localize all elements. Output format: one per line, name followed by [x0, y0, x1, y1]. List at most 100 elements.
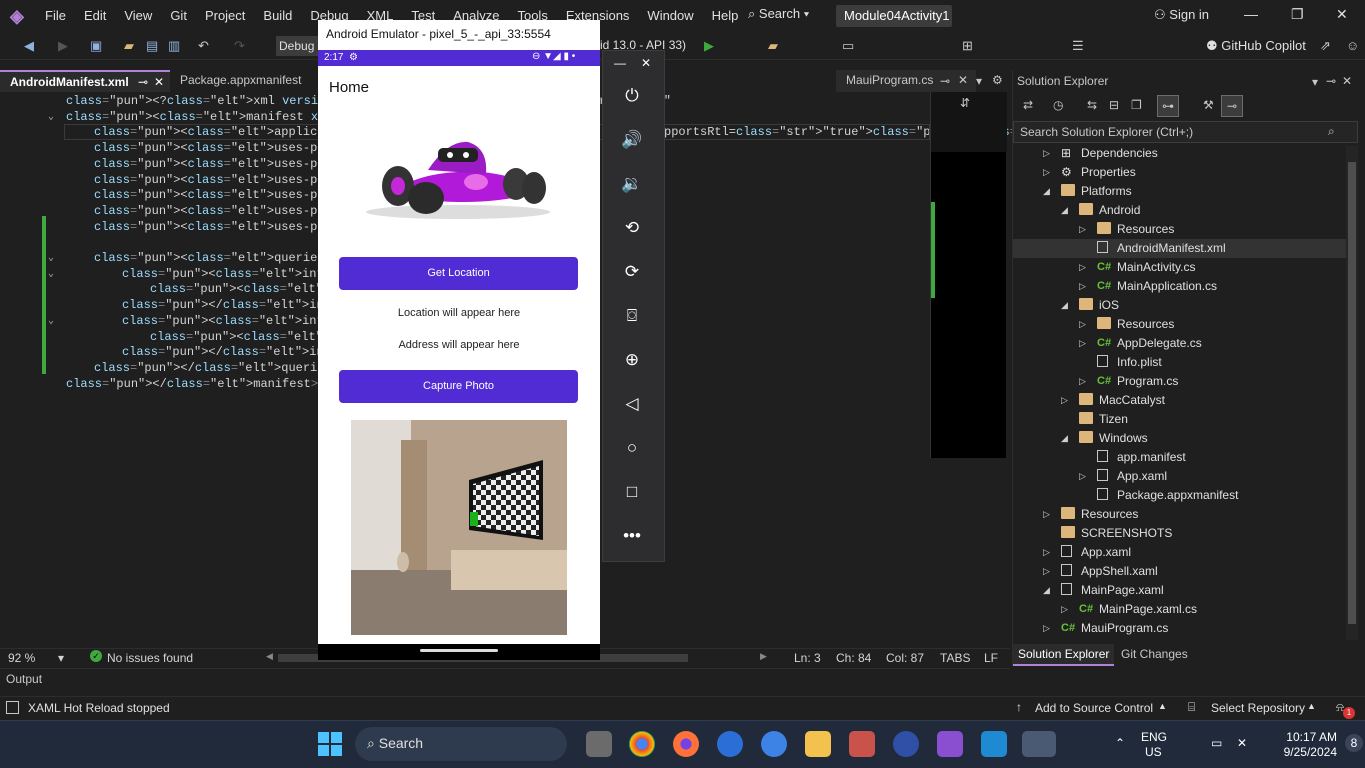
- new-project-icon[interactable]: ▣: [90, 38, 102, 54]
- line-number[interactable]: Ln: 3: [794, 651, 821, 665]
- menu-project[interactable]: Project: [196, 0, 254, 32]
- tree-item[interactable]: AndroidManifest.xml: [1013, 239, 1353, 258]
- notification-badge[interactable]: 8: [1345, 734, 1363, 752]
- start-icon[interactable]: [318, 732, 342, 756]
- emulator-taskbar-icon[interactable]: [1022, 731, 1056, 757]
- fold-toggle-icon[interactable]: ⌄: [48, 111, 54, 123]
- collapsed-arrow-icon[interactable]: ▷: [1079, 277, 1086, 296]
- run-icon[interactable]: ▶: [704, 38, 714, 54]
- minimize-emulator-button[interactable]: —: [614, 56, 626, 70]
- file-explorer-icon[interactable]: [805, 731, 831, 757]
- language[interactable]: ENG: [1141, 730, 1167, 744]
- collapsed-arrow-icon[interactable]: ▷: [1079, 315, 1086, 334]
- chevron-down-icon[interactable]: ▾: [976, 74, 982, 88]
- expanded-arrow-icon[interactable]: ◢: [1043, 182, 1050, 201]
- volume-down-icon[interactable]: 🔉: [620, 172, 644, 196]
- gear-icon[interactable]: ⚙: [992, 73, 1003, 87]
- collapsed-arrow-icon[interactable]: ▷: [1061, 391, 1068, 410]
- code-line[interactable]: class="pun"></class="elt">queries>: [94, 360, 339, 376]
- history-icon[interactable]: ◷: [1053, 98, 1063, 112]
- collapsed-arrow-icon[interactable]: ▷: [1043, 505, 1050, 524]
- save-icon[interactable]: ▤: [146, 38, 158, 54]
- tab-package-appxmanifest[interactable]: Package.appxmanifest: [170, 70, 310, 92]
- tree-item[interactable]: ▷ ⊞ Dependencies: [1013, 144, 1353, 163]
- tree-item[interactable]: ◢ MainPage.xaml: [1013, 581, 1353, 600]
- tree-item[interactable]: SCREENSHOTS: [1013, 524, 1353, 543]
- close-icon[interactable]: ✕: [154, 75, 164, 89]
- vscode-icon[interactable]: [981, 731, 1007, 757]
- search-icon[interactable]: ⌕: [1328, 124, 1335, 139]
- github-copilot-button[interactable]: ⚉ GitHub Copilot: [1206, 38, 1306, 54]
- search-menu[interactable]: ⌕ Search ▾: [748, 6, 809, 22]
- vpn-icon[interactable]: [893, 731, 919, 757]
- collapsed-arrow-icon[interactable]: ▷: [1061, 600, 1068, 619]
- collapsed-arrow-icon[interactable]: ▷: [1079, 467, 1086, 486]
- collapsed-arrow-icon[interactable]: ▷: [1079, 220, 1086, 239]
- tab-mauiprogram[interactable]: MauiProgram.cs ✕: [836, 70, 976, 92]
- code-line[interactable]: class="pun"><class="elt">queries>: [94, 250, 332, 266]
- expanded-arrow-icon[interactable]: ◢: [1043, 581, 1050, 600]
- undo-icon[interactable]: ↶: [198, 38, 209, 54]
- collapsed-arrow-icon[interactable]: ▷: [1079, 334, 1086, 353]
- indent-mode[interactable]: TABS: [940, 651, 970, 665]
- collapsed-arrow-icon[interactable]: ▷: [1043, 619, 1050, 638]
- tree-item[interactable]: ▷ C# MainApplication.cs: [1013, 277, 1353, 296]
- tab-androidmanifest[interactable]: AndroidManifest.xml ⊸ ✕: [0, 70, 170, 92]
- collapse-all-icon[interactable]: ⊟: [1109, 98, 1119, 112]
- select-repository[interactable]: Select Repository: [1211, 701, 1305, 715]
- tree-item[interactable]: ▷ C# MainPage.xaml.cs: [1013, 600, 1353, 619]
- clock-date[interactable]: 9/25/2024: [1267, 745, 1337, 759]
- visual-studio-logo-icon[interactable]: ◈: [10, 6, 32, 26]
- close-window-button[interactable]: ✕: [1336, 6, 1348, 23]
- clock-time[interactable]: 10:17 AM: [1273, 730, 1337, 744]
- feedback-icon[interactable]: ☺: [1346, 38, 1359, 53]
- network-icon[interactable]: ▭: [1211, 736, 1222, 750]
- tree-item[interactable]: ▷ C# MauiProgram.cs: [1013, 619, 1353, 638]
- snipping-tool-icon[interactable]: [849, 731, 875, 757]
- column-number[interactable]: Col: 87: [886, 651, 924, 665]
- collapsed-arrow-icon[interactable]: ▷: [1079, 258, 1086, 277]
- pin-icon[interactable]: ⊸: [1326, 74, 1336, 88]
- collapsed-arrow-icon[interactable]: ▷: [1043, 144, 1050, 163]
- firefox-icon[interactable]: [673, 731, 699, 757]
- tree-item[interactable]: ▷ Resources: [1013, 220, 1353, 239]
- scroll-left-icon[interactable]: ◀: [266, 651, 273, 662]
- menu-build[interactable]: Build: [254, 0, 301, 32]
- tree-item[interactable]: ▷ MacCatalyst: [1013, 391, 1353, 410]
- home-gesture-bar[interactable]: [420, 649, 498, 652]
- pin-icon[interactable]: ⊸: [138, 75, 148, 89]
- share-icon[interactable]: ⇗: [1320, 38, 1331, 54]
- chevron-up-icon[interactable]: ⌃: [1115, 736, 1125, 750]
- menu-file[interactable]: File: [36, 0, 75, 32]
- volume-up-icon[interactable]: 🔊: [620, 128, 644, 152]
- tree-item[interactable]: ▷ C# Program.cs: [1013, 372, 1353, 391]
- tree-item[interactable]: ▷ App.xaml: [1013, 543, 1353, 562]
- close-emulator-button[interactable]: ✕: [641, 56, 651, 70]
- close-icon[interactable]: ✕: [1342, 74, 1352, 88]
- chevron-up-icon[interactable]: ▲: [1307, 701, 1316, 711]
- add-to-source-control[interactable]: Add to Source Control: [1035, 701, 1153, 715]
- minimize-button[interactable]: —: [1244, 6, 1258, 22]
- close-icon[interactable]: ✕: [958, 73, 968, 87]
- device-icon[interactable]: ▭: [842, 38, 854, 54]
- tree-item[interactable]: ◢ Android: [1013, 201, 1353, 220]
- camera-icon[interactable]: ⌼: [620, 304, 644, 328]
- fold-toggle-icon[interactable]: ⌄: [48, 268, 54, 280]
- vertical-scrollbar[interactable]: [1346, 146, 1358, 640]
- show-all-files-icon[interactable]: ❐: [1131, 98, 1142, 112]
- split-editor-icon[interactable]: ⇵: [960, 96, 970, 110]
- collapsed-arrow-icon[interactable]: ▷: [1043, 543, 1050, 562]
- power-icon[interactable]: ⏻: [620, 84, 644, 108]
- chrome-icon[interactable]: [629, 731, 655, 757]
- solution-explorer-search[interactable]: Search Solution Explorer (Ctrl+;): [1013, 121, 1358, 143]
- tree-item[interactable]: ▷ Resources: [1013, 315, 1353, 334]
- collapsed-arrow-icon[interactable]: ▷: [1079, 372, 1086, 391]
- collapsed-arrow-icon[interactable]: ▷: [1043, 562, 1050, 581]
- minimap[interactable]: [930, 92, 1007, 458]
- expanded-arrow-icon[interactable]: ◢: [1061, 429, 1068, 448]
- fold-toggle-icon[interactable]: ⌄: [48, 315, 54, 327]
- menu-view[interactable]: View: [115, 0, 161, 32]
- properties-icon[interactable]: ⚒: [1203, 98, 1214, 112]
- tree-item[interactable]: ◢ Platforms: [1013, 182, 1353, 201]
- volume-muted-icon[interactable]: ✕: [1237, 736, 1247, 750]
